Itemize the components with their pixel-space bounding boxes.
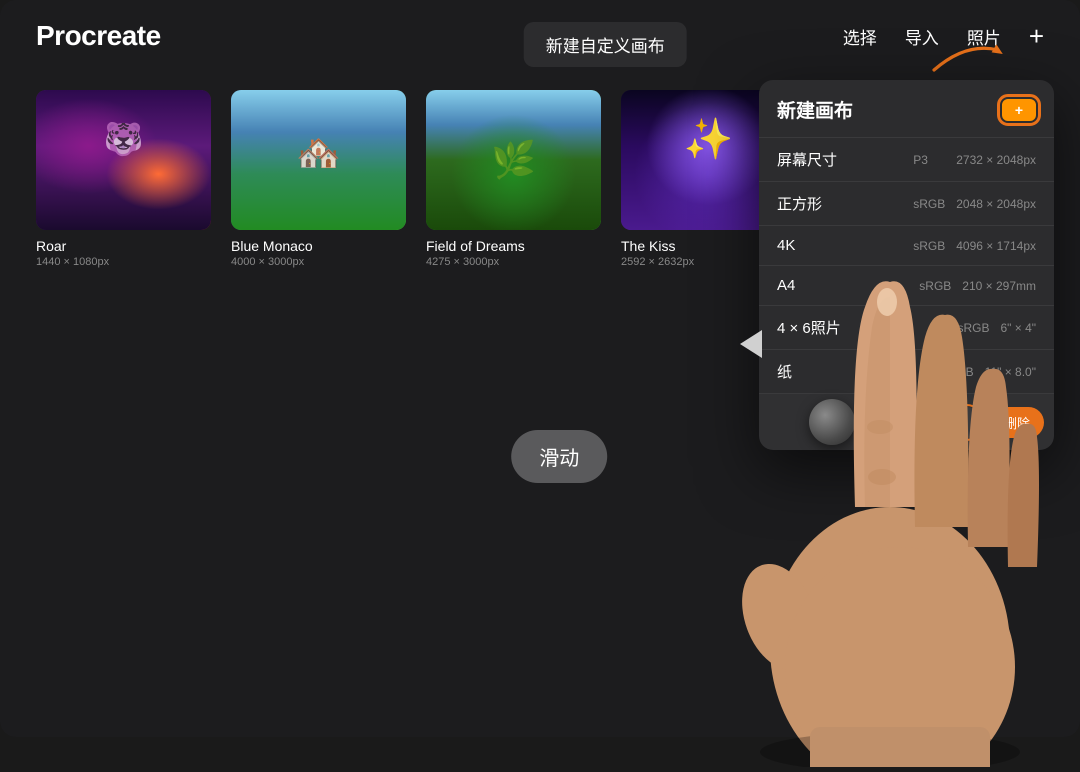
panel-rows: 屏幕尺寸 P3 2732 × 2048px 正方形 sRGB 2048 × 20… bbox=[759, 138, 1054, 450]
panel-row-4x6[interactable]: 4 × 6照片 sRGB 6" × 4" bbox=[759, 306, 1054, 350]
swipe-arrow bbox=[740, 330, 762, 358]
arrow-container bbox=[926, 38, 1006, 83]
app-title: Procreate bbox=[36, 20, 161, 52]
artwork-monaco bbox=[231, 90, 406, 230]
panel-row-paper[interactable]: 纸 sRGB 11" × 8.0" bbox=[759, 350, 1054, 394]
gallery-thumb-dreams[interactable] bbox=[426, 90, 601, 230]
gallery-item-monaco[interactable]: Blue Monaco 4000 × 3000px bbox=[231, 90, 406, 268]
cmyk-circle bbox=[809, 399, 855, 445]
edit-button[interactable]: 编辑 bbox=[924, 407, 982, 438]
new-canvas-tooltip: 新建自定义画布 bbox=[524, 22, 687, 67]
gallery-thumb-roar[interactable] bbox=[36, 90, 211, 230]
slide-label: 滑动 bbox=[511, 430, 607, 483]
artwork-roar bbox=[36, 90, 211, 230]
gallery-item-roar[interactable]: Roar 1440 × 1080px bbox=[36, 90, 211, 268]
panel-row-screen[interactable]: 屏幕尺寸 P3 2732 × 2048px bbox=[759, 138, 1054, 182]
artwork-dreams bbox=[426, 90, 601, 230]
gallery-thumb-monaco[interactable] bbox=[231, 90, 406, 230]
delete-button[interactable]: 删除 bbox=[990, 407, 1044, 438]
plus-button[interactable]: + bbox=[1029, 23, 1044, 49]
panel-row-a4[interactable]: A4 sRGB 210 × 297mm bbox=[759, 266, 1054, 306]
panel-row-cmyk[interactable]: CMYK 编辑 删除 bbox=[759, 394, 1054, 450]
panel-header: 新建画布 + bbox=[759, 80, 1054, 138]
gallery-label-roar: Roar 1440 × 1080px bbox=[36, 238, 211, 268]
new-canvas-panel: 新建画布 + 屏幕尺寸 P3 2732 × 2048px 正方形 sRGB 20… bbox=[759, 80, 1054, 450]
gallery-item-dreams[interactable]: Field of Dreams 4275 × 3000px bbox=[426, 90, 601, 268]
gallery-label-monaco: Blue Monaco 4000 × 3000px bbox=[231, 238, 406, 268]
arrow-left-icon bbox=[740, 330, 762, 358]
cmyk-actions: 编辑 删除 bbox=[924, 407, 1044, 438]
panel-new-icon: + bbox=[1015, 103, 1023, 117]
orange-arrow-icon bbox=[926, 38, 1006, 78]
select-button[interactable]: 选择 bbox=[843, 24, 877, 49]
panel-new-button[interactable]: + bbox=[1002, 99, 1036, 121]
gallery-label-dreams: Field of Dreams 4275 × 3000px bbox=[426, 238, 601, 268]
panel-title: 新建画布 bbox=[777, 96, 853, 123]
panel-row-square[interactable]: 正方形 sRGB 2048 × 2048px bbox=[759, 182, 1054, 226]
panel-row-4k[interactable]: 4K sRGB 4096 × 1714px bbox=[759, 226, 1054, 266]
